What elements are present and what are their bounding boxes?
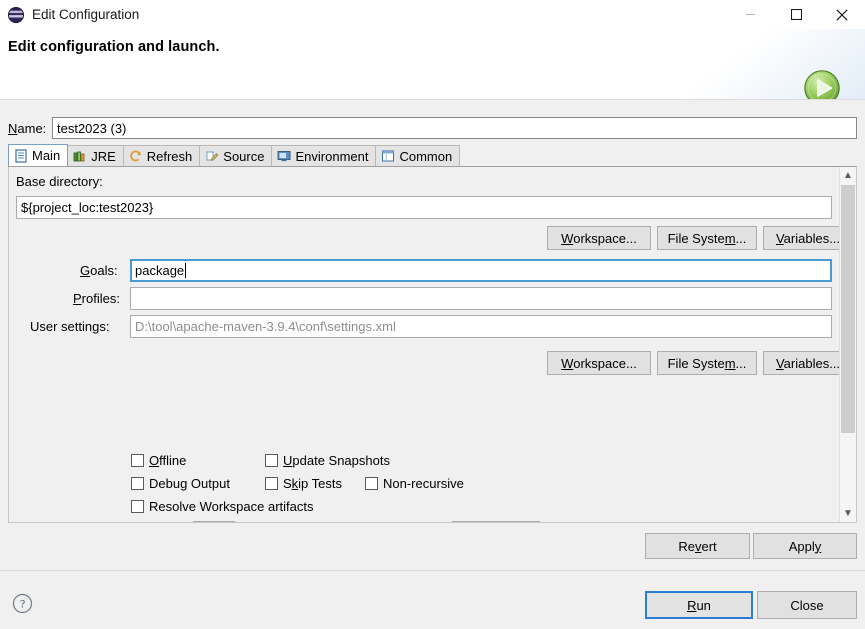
- close-button[interactable]: [819, 0, 865, 29]
- checkbox-resolve-workspace-artifacts[interactable]: Resolve Workspace artifacts: [131, 499, 314, 514]
- scroll-down-arrow-icon[interactable]: ▼: [840, 505, 856, 522]
- user-settings-label: User settings:: [30, 319, 110, 334]
- name-input[interactable]: test2023 (3): [52, 117, 857, 139]
- header-banner: Edit configuration and launch.: [0, 29, 865, 99]
- checkbox-offline-box[interactable]: [131, 454, 144, 467]
- maximize-icon: [790, 9, 802, 20]
- user-settings-input[interactable]: D:\tool\apache-maven-3.9.4\conf\settings…: [130, 315, 832, 338]
- goals-label: Goals:: [80, 263, 118, 278]
- tab-jre-label: JRE: [91, 148, 116, 164]
- page-title: Edit configuration and launch.: [8, 39, 220, 55]
- tab-environment[interactable]: Environment: [271, 145, 377, 166]
- base-directory-value: ${project_loc:test2023}: [21, 200, 154, 215]
- checkbox-update-snapshots-label: Update Snapshots: [283, 453, 390, 468]
- footer-separator: [0, 570, 865, 571]
- checkbox-skip-tests-label: Skip Tests: [283, 476, 343, 491]
- base-directory-file-system-button[interactable]: File System...: [657, 226, 757, 250]
- tab-jre[interactable]: JRE: [67, 145, 124, 166]
- minimize-icon: [745, 14, 755, 15]
- apply-button[interactable]: Apply: [753, 533, 857, 559]
- window-title: Edit Configuration: [32, 7, 140, 22]
- tab-refresh[interactable]: Refresh: [122, 145, 201, 166]
- checkbox-non-recursive-box[interactable]: [365, 477, 378, 490]
- goals-value: package: [135, 263, 185, 278]
- close-icon: [836, 8, 848, 21]
- checkbox-debug-output-box[interactable]: [131, 477, 144, 490]
- checkbox-resolve-workspace-artifacts-box[interactable]: [131, 500, 144, 513]
- profiles-input[interactable]: [130, 287, 832, 310]
- title-bar: Edit Configuration: [0, 0, 865, 29]
- user-settings-variables-button[interactable]: Variables...: [763, 351, 839, 375]
- checkbox-offline-label: Offline: [149, 453, 187, 468]
- close-button-footer[interactable]: Close: [757, 591, 857, 619]
- window-controls: [727, 0, 865, 29]
- environment-monitor-icon: [278, 151, 291, 162]
- checkbox-skip-tests[interactable]: Skip Tests: [265, 476, 342, 491]
- tab-source-label: Source: [223, 148, 265, 164]
- tab-refresh-label: Refresh: [146, 148, 193, 164]
- goals-input[interactable]: package: [130, 259, 832, 282]
- run-button[interactable]: Run: [645, 591, 753, 619]
- base-directory-variables-button[interactable]: Variables...: [763, 226, 839, 250]
- svg-text:?: ?: [20, 597, 25, 611]
- help-question-icon[interactable]: ?: [12, 593, 33, 614]
- color-output-dropdown[interactable]: Auto ▾: [452, 521, 540, 522]
- name-row: Name: test2023 (3): [8, 116, 857, 140]
- tab-main-label: Main: [32, 148, 61, 163]
- checkbox-non-recursive-label: Non-recursive: [383, 476, 464, 491]
- base-directory-label: Base directory:: [16, 174, 103, 189]
- checkbox-resolve-workspace-artifacts-label: Resolve Workspace artifacts: [149, 499, 314, 514]
- common-window-icon: [382, 150, 395, 162]
- checkbox-skip-tests-box[interactable]: [265, 477, 278, 490]
- tab-environment-label: Environment: [295, 148, 369, 164]
- tab-common-label: Common: [399, 148, 453, 164]
- main-tab-panel: Base directory: ${project_loc:test2023} …: [8, 167, 857, 523]
- dialog-body: Name: test2023 (3) Main JRE Refresh Sour…: [0, 100, 865, 629]
- checkbox-non-recursive[interactable]: Non-recursive: [365, 476, 464, 491]
- text-caret: [185, 263, 187, 278]
- checkbox-offline[interactable]: Offline: [131, 453, 186, 468]
- refresh-arrows-icon: [130, 150, 141, 162]
- base-directory-input[interactable]: ${project_loc:test2023}: [16, 196, 832, 219]
- minimize-button[interactable]: [727, 0, 773, 29]
- maximize-button[interactable]: [773, 0, 819, 29]
- scrollbar-thumb[interactable]: [841, 185, 855, 433]
- eclipse-icon: [8, 6, 24, 23]
- user-settings-placeholder: D:\tool\apache-maven-3.9.4\conf\settings…: [135, 319, 396, 334]
- checkbox-debug-output[interactable]: Debug Output: [131, 476, 230, 491]
- jre-books-icon: [73, 151, 85, 162]
- base-directory-workspace-button[interactable]: Workspace...: [547, 226, 651, 250]
- panel-vertical-scrollbar[interactable]: ▲ ▼: [839, 167, 856, 522]
- checkbox-update-snapshots-box[interactable]: [265, 454, 278, 467]
- scroll-up-arrow-icon[interactable]: ▲: [840, 167, 856, 184]
- tab-strip: Main JRE Refresh Source Environment Comm…: [8, 144, 857, 167]
- revert-button[interactable]: Revert: [645, 533, 750, 559]
- name-label: Name:: [8, 120, 47, 136]
- tab-common[interactable]: Common: [375, 145, 461, 166]
- name-input-value: test2023 (3): [57, 120, 127, 136]
- source-pencil-icon: [206, 151, 219, 161]
- tab-main[interactable]: Main: [8, 144, 69, 166]
- user-settings-workspace-button[interactable]: Workspace...: [547, 351, 651, 375]
- checkbox-debug-output-label: Debug Output: [149, 476, 230, 491]
- main-tab-content: Base directory: ${project_loc:test2023} …: [9, 167, 839, 522]
- run-green-play-icon: [804, 70, 840, 99]
- checkbox-update-snapshots[interactable]: Update Snapshots: [265, 453, 390, 468]
- tab-source[interactable]: Source: [199, 145, 273, 166]
- profiles-label: Profiles:: [73, 291, 120, 306]
- threads-dropdown[interactable]: 1 ▾: [193, 521, 235, 522]
- main-document-icon: [15, 148, 27, 163]
- user-settings-file-system-button[interactable]: File System...: [657, 351, 757, 375]
